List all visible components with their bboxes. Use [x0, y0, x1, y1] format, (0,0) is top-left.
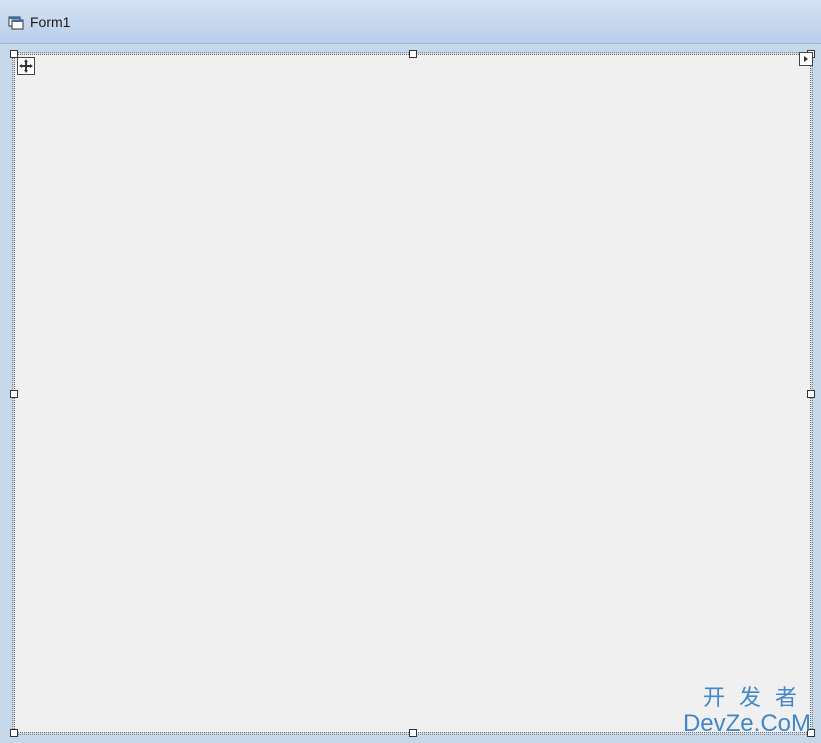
resize-handle-e[interactable]	[807, 390, 815, 398]
resize-handle-s[interactable]	[409, 729, 417, 737]
resize-handle-sw[interactable]	[10, 729, 18, 737]
window-title: Form1	[30, 14, 70, 30]
resize-handle-n[interactable]	[409, 50, 417, 58]
resize-handle-w[interactable]	[10, 390, 18, 398]
move-glyph[interactable]	[17, 57, 35, 75]
smart-tag-glyph[interactable]	[799, 52, 813, 66]
resize-handle-se[interactable]	[807, 729, 815, 737]
designer-window: Form1 开发者 DevZe.CoM	[0, 0, 821, 743]
client-area	[0, 44, 821, 743]
titlebar[interactable]: Form1	[0, 0, 821, 44]
form-icon	[8, 14, 24, 30]
tabcontrol-designer[interactable]	[14, 54, 811, 733]
